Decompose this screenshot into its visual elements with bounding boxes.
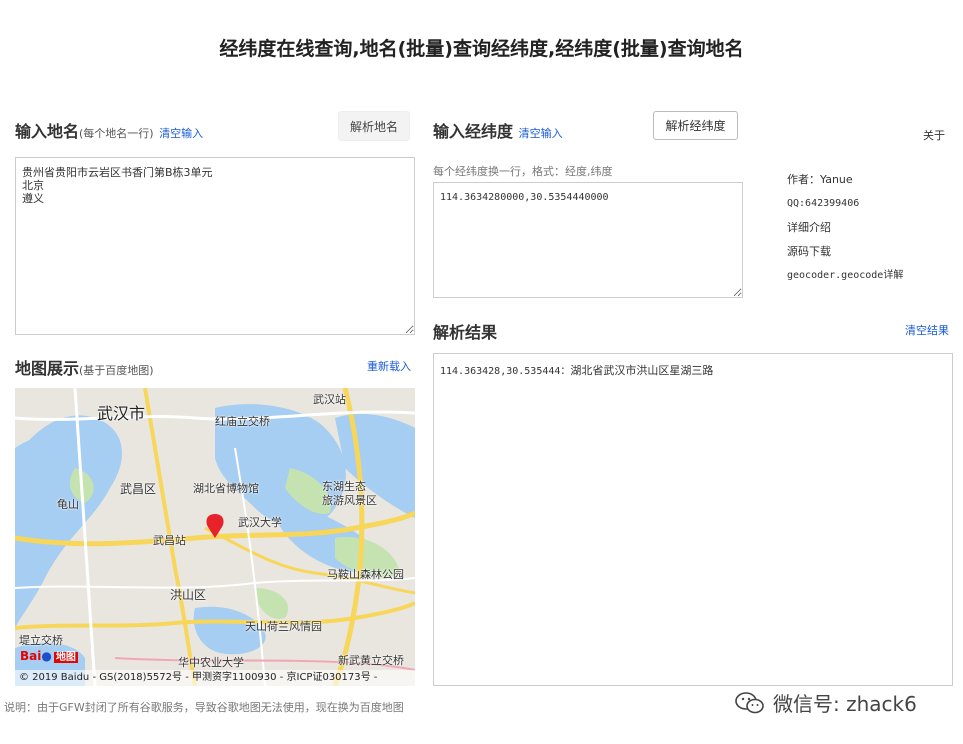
baidu-paw-icon: ● <box>41 649 52 663</box>
map-label-xinwuhuang: 新武黄立交桥 <box>338 654 404 667</box>
coord-heading: 输入经纬度 清空输入 <box>433 118 563 142</box>
address-input[interactable]: 贵州省贵阳市云岩区书香门第B栋3单元 北京 遵义 <box>15 157 415 335</box>
map-heading-sub: (基于百度地图) <box>79 364 154 377</box>
footer-note: 说明：由于GFW封闭了所有谷歌服务，导致谷歌地图无法使用，现在换为百度地图 <box>4 701 404 714</box>
baidu-map[interactable]: 武汉市 武汉站 红庙立交桥 湖北省博物馆 东湖生态 旅游风景区 武昌区 龟山 武… <box>15 388 415 686</box>
map-label-hongmiao: 红庙立交桥 <box>215 415 270 428</box>
baidu-logo-text: Bai <box>20 649 42 663</box>
map-copyright: © 2019 Baidu - GS(2018)5572号 - 甲测资字11009… <box>15 670 415 686</box>
map-label-tidi: 堤立交桥 <box>19 634 63 647</box>
parse-coords-button[interactable]: 解析经纬度 <box>653 111 738 140</box>
map-label-huanong: 华中农业大学 <box>178 656 244 669</box>
coord-format-hint: 每个经纬度换一行，格式：经度,纬度 <box>433 165 613 178</box>
coord-heading-label: 输入经纬度 <box>433 122 514 141</box>
coord-clear-link[interactable]: 清空输入 <box>519 127 563 140</box>
qq-text: QQ:642399406 <box>787 198 860 209</box>
result-heading: 解析结果 <box>433 323 498 342</box>
map-canvas <box>15 388 415 686</box>
author-text: 作者：Yanue <box>787 173 853 186</box>
map-label-hubei-museum: 湖北省博物馆 <box>193 482 259 495</box>
map-label-wuhan-station: 武汉站 <box>313 393 346 406</box>
address-heading: 输入地名(每个地名一行) 清空输入 <box>15 118 203 142</box>
map-label-wuchang-district: 武昌区 <box>120 482 157 496</box>
wechat-id: 微信号: zhack6 <box>773 692 917 716</box>
wechat-watermark: 微信号: zhack6 <box>735 688 917 717</box>
baidu-logo: Bai● 地图 <box>20 648 78 663</box>
map-heading-label: 地图展示 <box>15 359 80 378</box>
address-heading-sub: (每个地名一行) <box>79 127 154 140</box>
map-label-hongshan-district: 洪山区 <box>170 588 207 602</box>
map-reload-link[interactable]: 重新载入 <box>367 358 411 374</box>
result-output[interactable]: 114.363428,30.535444：湖北省武汉市洪山区星湖三路 <box>433 353 953 686</box>
map-label-tianshan: 天山荷兰风情园 <box>245 620 322 633</box>
geocoder-doc-link[interactable]: geocoder.geocode详解 <box>787 269 903 293</box>
baidu-logo-map: 地图 <box>53 652 78 663</box>
map-label-maanshan: 马鞍山森林公园 <box>327 568 404 581</box>
parse-address-button[interactable]: 解析地名 <box>338 111 410 141</box>
about-list: 作者：Yanue QQ:642399406 详细介绍 源码下载 geocoder… <box>787 173 903 293</box>
about-label[interactable]: 关于 <box>923 127 945 143</box>
address-heading-label: 输入地名 <box>15 122 80 141</box>
result-clear-link[interactable]: 清空结果 <box>905 322 949 338</box>
map-heading: 地图展示(基于百度地图) <box>15 355 154 379</box>
intro-link[interactable]: 详细介绍 <box>787 221 903 245</box>
result-line: 114.363428,30.535444：湖北省武汉市洪山区星湖三路 <box>440 362 946 378</box>
wechat-icon <box>735 691 764 713</box>
map-label-donghu2: 旅游风景区 <box>322 494 377 507</box>
page-title: 经纬度在线查询,地名(批量)查询经纬度,经纬度(批量)查询地名 <box>219 38 744 60</box>
map-label-wuchang-station: 武昌站 <box>153 534 186 547</box>
source-download-link[interactable]: 源码下载 <box>787 245 903 269</box>
map-label-whu: 武汉大学 <box>238 516 282 529</box>
coord-input[interactable]: 114.3634280000,30.5354440000 <box>433 182 743 298</box>
map-label-guishan: 龟山 <box>57 498 79 511</box>
result-address: 湖北省武汉市洪山区星湖三路 <box>570 364 714 377</box>
address-clear-link[interactable]: 清空输入 <box>159 127 203 140</box>
result-coords: 114.363428,30.535444： <box>440 366 571 377</box>
map-label-wuhan: 武汉市 <box>97 404 146 423</box>
